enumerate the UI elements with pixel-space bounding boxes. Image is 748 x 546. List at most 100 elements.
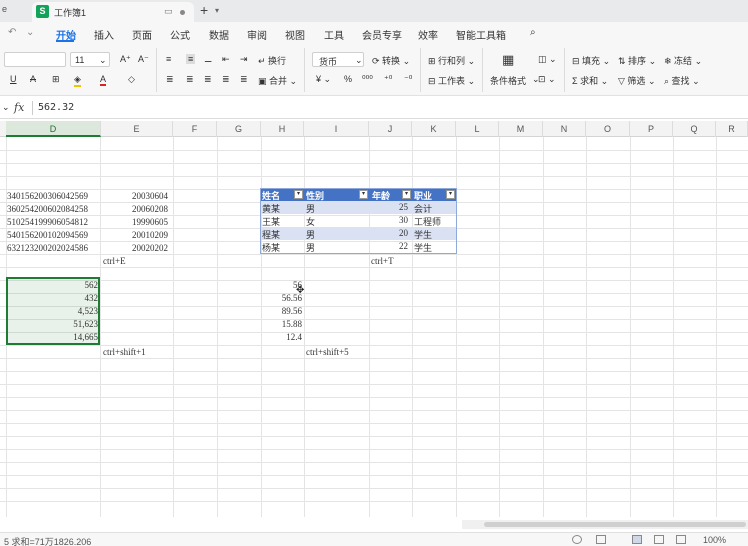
align-middle-icon[interactable]: ≡ <box>186 54 196 64</box>
menu-view[interactable]: 视图 <box>285 27 305 42</box>
table-cell[interactable]: 学生 <box>414 241 432 254</box>
monitor-icon[interactable]: ▭ <box>164 6 173 17</box>
name-box-fragment[interactable]: ⌄ <box>2 102 10 113</box>
shortcut-note[interactable]: ctrl+shift+5 <box>306 347 349 357</box>
column-header-n[interactable]: N <box>543 121 586 137</box>
underline-button[interactable]: U <box>10 74 17 84</box>
page-break-icon[interactable] <box>676 535 686 544</box>
cell-d-id[interactable]: 340156200306042569 <box>7 191 88 201</box>
cell-h-number[interactable]: 15.88 <box>262 319 302 329</box>
cell-d-id[interactable]: 632123200202024586 <box>7 243 88 253</box>
distribute-icon[interactable]: ≣ <box>240 74 248 85</box>
cell-d-number[interactable]: 51,623 <box>6 319 98 329</box>
font-color-icon[interactable]: A <box>100 74 107 86</box>
font-name-select[interactable] <box>4 52 66 67</box>
column-header-l[interactable]: L <box>456 121 499 137</box>
column-header-k[interactable]: K <box>412 121 456 137</box>
chevron-down-icon[interactable]: ⌄ <box>26 27 34 38</box>
table-cell[interactable]: 25 <box>399 202 408 212</box>
cell-d-number[interactable]: 4,523 <box>6 306 98 316</box>
cell-d-number[interactable]: 432 <box>6 293 99 303</box>
wrap-text-button[interactable]: ↵ 换行 <box>258 54 286 67</box>
new-tab-button[interactable]: + <box>200 2 208 18</box>
grow-font-icon[interactable]: A⁺ <box>120 54 131 65</box>
thousands-icon[interactable]: ⁰⁰⁰ <box>362 74 373 85</box>
menu-smart-toolbox[interactable]: 智能工具箱 <box>456 27 506 42</box>
cell-d-id[interactable]: 360254200602084258 <box>7 204 88 214</box>
shrink-font-icon[interactable]: A⁻ <box>138 54 149 65</box>
cell-e-date[interactable]: 20020202 <box>132 243 168 253</box>
cell-e-date[interactable]: 20030604 <box>132 191 168 201</box>
shortcut-note[interactable]: ctrl+shift+1 <box>103 347 146 357</box>
zoom-level[interactable]: 100% <box>703 535 726 545</box>
table-cell[interactable]: 20 <box>399 228 408 238</box>
align-left-icon[interactable]: ≣ <box>166 74 174 85</box>
layout-icon[interactable] <box>596 535 606 544</box>
chevron-down-icon[interactable]: ▾ <box>215 6 219 15</box>
freeze-button[interactable]: ❄ 冻结 ⌄ <box>664 54 702 67</box>
table-cell[interactable]: 杨某 <box>262 241 280 254</box>
cell-d-id[interactable]: 540156200102094569 <box>7 230 88 240</box>
previous-tab-fragment[interactable]: e <box>0 4 28 20</box>
column-header-q[interactable]: Q <box>673 121 716 137</box>
shortcut-note[interactable]: ctrl+T <box>371 256 394 266</box>
search-icon[interactable]: ⌕ <box>530 27 536 38</box>
align-right-icon[interactable]: ≣ <box>204 74 212 85</box>
cell-style-icon[interactable]: ◫ ⌄ <box>538 54 557 65</box>
clear-format-icon[interactable]: ◇ <box>128 74 135 85</box>
table-cell[interactable]: 22 <box>399 241 408 251</box>
table-row[interactable]: 王某 女 30 工程师 <box>260 214 457 227</box>
undo-icon[interactable]: ↶ <box>8 27 16 38</box>
filter-dropdown-icon[interactable]: ▾ <box>294 190 303 199</box>
horizontal-scrollbar[interactable] <box>462 520 748 529</box>
unsaved-dot-icon[interactable] <box>180 10 185 15</box>
column-header-m[interactable]: M <box>499 121 543 137</box>
sheet-grid[interactable]: 340156200306042569 360254200602084258 51… <box>0 137 748 517</box>
menu-review[interactable]: 审阅 <box>247 27 267 42</box>
column-header-f[interactable]: F <box>173 121 217 137</box>
table-row[interactable]: 程某 男 20 学生 <box>260 227 457 240</box>
document-tab[interactable]: S 工作簿1 ▭ <box>32 2 194 22</box>
column-header-h[interactable]: H <box>261 121 304 137</box>
cell-e-date[interactable]: 19990605 <box>132 217 168 227</box>
cell-e-date[interactable]: 20060208 <box>132 204 168 214</box>
column-header-j[interactable]: J <box>369 121 412 137</box>
function-icon[interactable]: fx <box>14 101 24 114</box>
page-layout-icon[interactable] <box>654 535 664 544</box>
column-header-d[interactable]: D <box>6 121 101 137</box>
menu-tools[interactable]: 工具 <box>324 27 344 42</box>
menu-efficiency[interactable]: 效率 <box>418 27 438 42</box>
increase-decimal-icon[interactable]: ⁺⁰ <box>384 74 392 85</box>
menu-member[interactable]: 会员专享 <box>362 27 402 42</box>
number-format-select[interactable]: 货币 ⌄ <box>312 52 364 67</box>
sum-button[interactable]: Σ 求和 ⌄ <box>572 74 608 87</box>
fill-button[interactable]: ⊟ 填充 ⌄ <box>572 54 610 67</box>
menu-data[interactable]: 数据 <box>209 27 229 42</box>
column-header-i[interactable]: I <box>304 121 369 137</box>
filter-button[interactable]: ▽ 筛选 ⌄ <box>618 74 655 87</box>
table-style-icon[interactable]: ▦ <box>502 52 514 68</box>
menu-insert[interactable]: 插入 <box>94 27 114 42</box>
strikethrough-button[interactable]: A <box>30 74 36 84</box>
conditional-format-button[interactable]: 条件格式 <box>490 74 526 87</box>
eye-icon[interactable] <box>572 535 582 544</box>
table-row[interactable]: 黄某 男 25 会计 <box>260 201 457 214</box>
normal-view-icon[interactable] <box>632 535 642 544</box>
indent-increase-icon[interactable]: ⇥ <box>240 54 248 65</box>
percent-icon[interactable]: % <box>344 74 352 84</box>
currency-icon[interactable]: ¥ ⌄ <box>316 74 331 85</box>
sort-button[interactable]: ⇅ 排序 ⌄ <box>618 54 656 67</box>
cell-d-number[interactable]: 14,665 <box>6 332 98 342</box>
column-header-g[interactable]: G <box>217 121 261 137</box>
scrollbar-thumb[interactable] <box>484 522 746 527</box>
rows-cols-button[interactable]: ⊞ 行和列 ⌄ <box>428 54 475 67</box>
align-top-icon[interactable]: ≡ <box>166 54 171 64</box>
menu-formula[interactable]: 公式 <box>170 27 190 42</box>
data-table[interactable]: 姓名 ▾ 性别 ▾ 年龄 ▾ 职业 ▾ 黄某 男 25 会计 王某 女 30 工… <box>260 188 457 253</box>
convert-button[interactable]: ⟳ 转换 ⌄ <box>372 54 410 67</box>
fill-color-icon[interactable]: ◈ <box>74 74 81 87</box>
border-style-icon[interactable]: ⊡ ⌄ <box>538 74 556 85</box>
justify-icon[interactable]: ≣ <box>222 74 230 85</box>
filter-dropdown-icon[interactable]: ▾ <box>446 190 455 199</box>
table-row[interactable]: 杨某 男 22 学生 <box>260 240 457 253</box>
